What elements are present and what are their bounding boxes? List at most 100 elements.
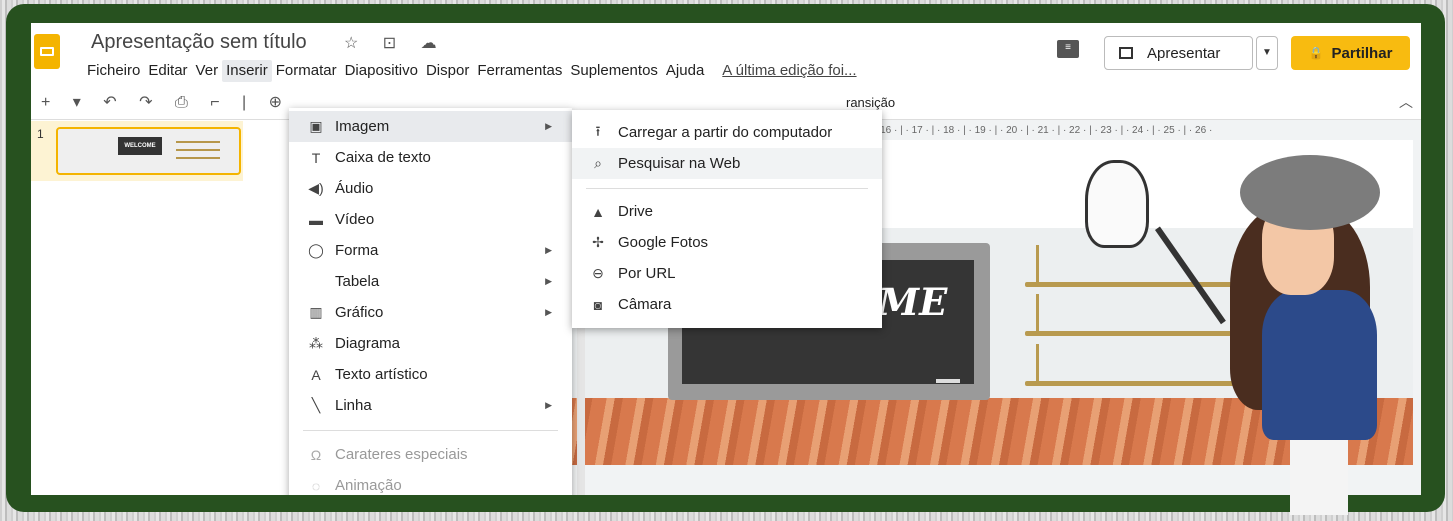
menu-item-label: Carregar a partir do computador [618,124,833,141]
title-action-icons[interactable]: ☆ ⊡ ☁ [344,33,447,53]
menu-divider [586,188,868,189]
insert-animation-item[interactable]: ◌ Animação [289,470,572,495]
insert-diagram-item[interactable]: ⁂ Diagrama [289,328,572,359]
menu-ver[interactable]: Ver [192,60,223,82]
present-button[interactable]: Apresentar [1104,36,1253,70]
submenu-arrow-icon: ▶ [545,400,552,410]
menu-divider [303,430,558,431]
menu-item-label: Linha [335,397,372,414]
menu-item-label: Forma [335,242,379,259]
insert-word-art-item[interactable]: A Texto artístico [289,359,572,390]
submenu-arrow-icon: ▶ [545,276,552,286]
slides-app-window: Apresentação sem título ☆ ⊡ ☁ Ficheiro E… [31,23,1421,495]
menu-diapositivo[interactable]: Diapositivo [341,60,422,82]
thumbnail-board: WELCOME [118,137,162,155]
audio-icon: ◀) [308,180,324,196]
pointing-glove-icon [1085,160,1149,248]
document-title[interactable]: Apresentação sem título [91,31,307,54]
image-upload-item[interactable]: ⭱ Carregar a partir do computador [572,117,882,148]
menu-formatar[interactable]: Formatar [272,60,341,82]
insert-text-box-item[interactable]: T Caixa de texto [289,142,572,173]
image-drive-item[interactable]: ▲ Drive [572,196,882,227]
transition-button[interactable]: ransição [846,95,895,110]
google-photos-icon: ✢ [592,234,604,250]
menu-item-label: Vídeo [335,211,375,228]
insert-menu: ▣ Imagem ▶ T Caixa de texto ◀) Áudio ▬ V… [289,108,572,495]
shape-icon: ◯ [308,242,324,258]
menu-editar[interactable]: Editar [144,60,191,82]
thumbnail-shelf [176,157,220,159]
camera-icon: ◙ [593,296,603,313]
share-label: Partilhar [1331,44,1393,62]
video-icon: ▬ [309,211,323,228]
present-dropdown-button[interactable]: ▼ [1256,36,1278,70]
filmstrip: 1 WELCOME [31,121,243,181]
line-icon: ╲ [311,397,321,413]
slides-logo-icon[interactable] [34,34,60,69]
menu-item-label: Diagrama [335,335,401,352]
menu-bar: Ficheiro Editar Ver Inserir Formatar Dia… [83,60,861,82]
thumbnail-shelf [176,141,220,143]
present-label: Apresentar [1147,44,1221,62]
insert-video-item[interactable]: ▬ Vídeo [289,204,572,235]
menu-item-label: Imagem [335,118,390,135]
menu-item-label: Animação [335,477,402,494]
search-icon: ⌕ [594,155,602,171]
insert-special-characters-item[interactable]: Ω Carateres especiais [289,439,572,470]
chart-icon: ▥ [309,304,323,320]
chalk [936,379,960,383]
image-search-web-item[interactable]: ⌕ Pesquisar na Web [572,148,882,179]
menu-item-label: Google Fotos [618,234,709,251]
menu-item-label: Tabela [335,273,380,290]
insert-table-item[interactable]: Tabela ▶ [289,266,572,297]
insert-chart-item[interactable]: ▥ Gráfico ▶ [289,297,572,328]
omega-icon: Ω [310,446,322,463]
text-box-icon: T [311,149,321,166]
insert-shape-item[interactable]: ◯ Forma ▶ [289,235,572,266]
image-google-photos-item[interactable]: ✢ Google Fotos [572,227,882,258]
share-button[interactable]: 🔒 Partilhar [1291,36,1410,70]
comment-icon[interactable]: ≡ [1057,40,1079,58]
image-submenu: ⭱ Carregar a partir do computador ⌕ Pesq… [572,110,882,328]
menu-ajuda[interactable]: Ajuda [662,60,708,82]
image-icon: ▣ [309,118,323,134]
menu-inserir[interactable]: Inserir [222,60,272,82]
animation-icon: ◌ [311,477,321,494]
menu-item-label: Por URL [618,265,676,282]
shelf-bracket [1036,294,1046,332]
insert-audio-item[interactable]: ◀) Áudio [289,173,572,204]
shelf-bracket [1036,344,1046,382]
drive-icon: ▲ [591,203,605,220]
horizontal-ruler: · 14 · | · 15 · | · 16 · | · 17 · | · 18… [811,125,1213,136]
menu-item-label: Texto artístico [335,366,428,383]
submenu-arrow-icon: ▶ [545,245,552,255]
image-camera-item[interactable]: ◙ Câmara [572,289,882,320]
menu-item-label: Áudio [335,180,374,197]
image-url-item[interactable]: ⊖ Por URL [572,258,882,289]
shelf-bracket [1036,245,1046,283]
present-icon [1119,47,1133,59]
insert-image-item[interactable]: ▣ Imagem ▶ [289,111,572,142]
collapse-icon[interactable]: ︿ [1399,92,1413,112]
menu-item-label: Gráfico [335,304,384,321]
menu-suplementos[interactable]: Suplementos [566,60,662,82]
word-art-icon: A [311,366,321,383]
menu-item-label: Drive [618,203,654,220]
thumbnail-shelf [176,149,220,151]
toolbar-tools[interactable]: + ▾ ↶ ↷ ⎙ ⌐ | ⊕ [41,92,291,112]
avatar-beret [1240,155,1380,230]
last-edit-link[interactable]: A última edição foi... [718,60,860,82]
link-icon: ⊖ [592,265,604,281]
menu-item-label: Câmara [618,296,672,313]
slide-thumbnail[interactable]: WELCOME [56,127,241,175]
menu-ferramentas[interactable]: Ferramentas [473,60,566,82]
insert-line-item[interactable]: ╲ Linha ▶ [289,390,572,421]
avatar-legs [1290,440,1348,515]
menu-ficheiro[interactable]: Ficheiro [83,60,144,82]
menu-item-label: Pesquisar na Web [618,155,741,172]
menu-dispor[interactable]: Dispor [422,60,473,82]
slide-number: 1 [37,127,44,141]
submenu-arrow-icon: ▶ [545,307,552,317]
menu-item-label: Caixa de texto [335,149,431,166]
diagram-icon: ⁂ [309,335,323,351]
